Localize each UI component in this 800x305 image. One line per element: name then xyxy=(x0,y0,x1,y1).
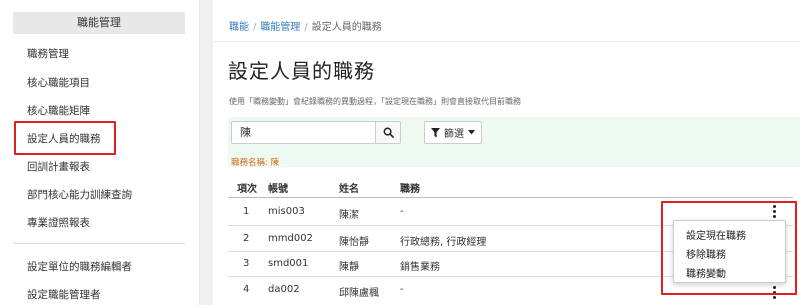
page-description: 使用「職務變動」會紀錄職務的異動過程，「設定現在職務」則會直接取代目前職務 xyxy=(229,97,521,106)
filter-button-label: 篩選 xyxy=(444,129,464,140)
sidebar: 職能管理 職務管理 核心職能項目 核心職能矩陣 設定人員的職務 回訓計畫報表 部… xyxy=(0,0,200,305)
sidebar-item-core-competency-items[interactable]: 核心職能項目 xyxy=(27,75,90,90)
search-icon xyxy=(383,127,394,138)
filter-icon xyxy=(431,127,440,137)
table-cell-account: mis003 xyxy=(268,206,305,217)
sidebar-divider xyxy=(13,243,185,244)
breadcrumb: 職能 / 職能管理 / 設定人員的職務 xyxy=(229,22,382,33)
table-cell-job: 銷售業務 xyxy=(400,262,440,273)
table-cell-account: mmd002 xyxy=(268,233,313,244)
column-header-account: 帳號 xyxy=(268,184,288,195)
page-title: 設定人員的職務 xyxy=(228,59,375,83)
table-cell-index: 3 xyxy=(243,258,250,269)
column-header-name: 姓名 xyxy=(339,184,359,195)
sidebar-item-dept-core-training-query[interactable]: 部門核心能力訓練查詢 xyxy=(27,187,132,202)
job-filter-tag: 職務名稱: 陳 xyxy=(231,158,280,168)
table-cell-job: - xyxy=(400,284,404,295)
table-cell-job: - xyxy=(400,206,404,217)
highlight-box-sidebar xyxy=(14,121,116,155)
table-cell-name: 陳潔 xyxy=(339,210,359,221)
sidebar-item-competency-managers[interactable]: 設定職能管理者 xyxy=(27,287,101,302)
table-cell-job: 行政總務, 行政經理 xyxy=(400,237,487,248)
search-input[interactable]: 陳 xyxy=(231,121,376,144)
table-cell-name: 陳怡靜 xyxy=(339,237,369,248)
caret-down-icon xyxy=(468,130,475,135)
filter-button[interactable]: 篩選 xyxy=(424,121,482,144)
breadcrumb-item-current: 設定人員的職務 xyxy=(311,22,382,33)
table-cell-index: 1 xyxy=(243,206,250,217)
sidebar-item-certificate-report[interactable]: 專業證照報表 xyxy=(27,215,90,230)
sidebar-item-job-management[interactable]: 職務管理 xyxy=(27,46,69,61)
sidebar-item-retraining-report[interactable]: 回訓計畫報表 xyxy=(27,159,90,174)
main-content: 職能 / 職能管理 / 設定人員的職務 設定人員的職務 使用「職務變動」會紀錄職務的異動… xyxy=(213,0,800,305)
filter-area: 陳 篩選 職務名稱: 陳 xyxy=(228,117,800,168)
breadcrumb-item-competency-management[interactable]: 職能管理 xyxy=(260,22,300,33)
column-header-job: 職務 xyxy=(400,184,420,195)
highlight-box-menu xyxy=(661,201,797,295)
column-header-index: 項次 xyxy=(237,184,257,195)
table-cell-name: 邱陳盧楓 xyxy=(339,288,379,299)
breadcrumb-divider xyxy=(213,41,800,42)
sidebar-item-core-competency-matrix[interactable]: 核心職能矩陣 xyxy=(27,103,90,118)
table-cell-index: 2 xyxy=(243,233,250,244)
sidebar-item-unit-job-editors[interactable]: 設定單位的職務編輯者 xyxy=(27,259,132,274)
search-button[interactable] xyxy=(375,121,401,144)
table-cell-name: 陳靜 xyxy=(339,262,359,273)
breadcrumb-item-competency[interactable]: 職能 xyxy=(229,22,249,33)
table-cell-account: smd001 xyxy=(268,258,309,269)
table-header-divider xyxy=(228,197,793,198)
table-cell-account: da002 xyxy=(268,284,300,295)
sidebar-header: 職能管理 xyxy=(13,12,185,34)
table-cell-index: 4 xyxy=(243,284,250,295)
